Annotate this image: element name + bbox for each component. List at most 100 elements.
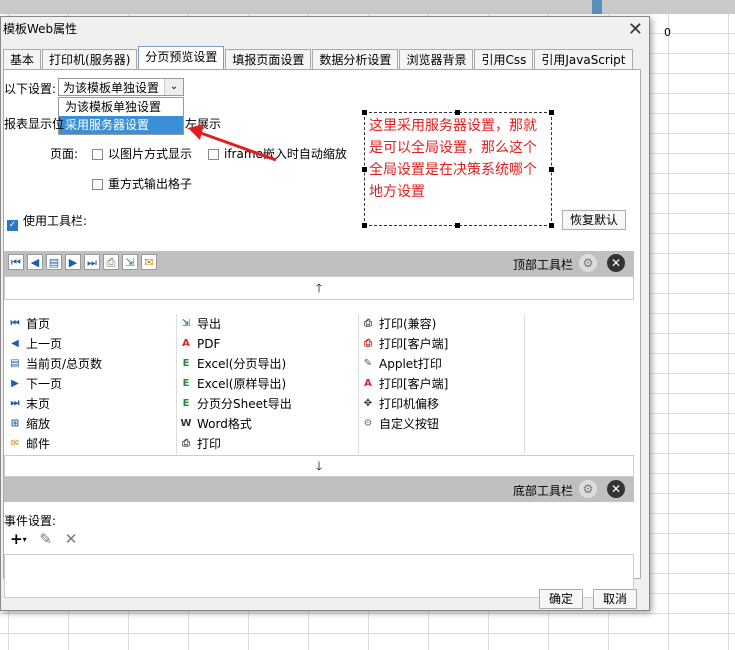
tab-5[interactable]: 浏览器背景 [399,49,474,69]
toolbar-button-label: Excel(原样导出) [197,377,287,391]
previous-page-icon[interactable]: ◀ [27,254,43,270]
dialog-title: 模板Web属性 [3,22,78,36]
grid-separator [358,354,359,374]
toolbar-button-item[interactable]: ▤ 当前页/总页数 [8,354,102,374]
event-toolbar: +▾ ✎ ✕ [10,530,77,548]
toolbar-button-item[interactable]: W Word格式 [179,414,252,434]
chevron-down-icon[interactable]: ▾ [23,535,27,544]
grid-separator [524,334,525,354]
last-page-icon[interactable]: ⏭ [84,254,100,270]
grid-separator [176,314,177,334]
reprint-option[interactable]: 重方式输出格子 [92,175,192,192]
grid-separator [358,374,359,394]
dropdown-option-server[interactable]: 采用服务器设置 [59,116,183,134]
tab-4[interactable]: 数据分析设置 [312,49,399,69]
restore-default-button[interactable]: 恢复默认 [562,210,626,230]
toolbar-button-item[interactable]: ✥ 打印机偏移 [361,394,439,414]
delete-icon[interactable]: ✕ [65,530,78,548]
toolbar-button-item[interactable]: ⏮ 首页 [8,314,51,334]
grid-separator [524,394,525,414]
toolbar-button-item[interactable]: ◀ 上一页 [8,334,62,354]
selection-handle [362,110,367,115]
toolbar-button-label: PDF [197,337,221,351]
annotation-note: 这里采用服务器设置，那就是可以全局设置，那么这个全局设置是在决策系统哪个地方设置 [364,112,552,226]
grid-row: ⏮ 首页 ⇲ 导出 ⎙ 打印(兼容) [4,314,634,334]
use-toolbar-checkbox[interactable]: ✓ [7,220,18,231]
reprint-checkbox[interactable] [92,179,103,190]
page-number-icon: ▤ [10,358,20,369]
email-icon: ✉ [10,438,20,449]
use-toolbar-option[interactable]: ✓ 使用工具栏: [7,212,87,231]
toolbar-button-item[interactable]: ⏭ 末页 [8,394,51,414]
top-toolbar-icons: ⏮ ◀ ▤ ▶ ⏭ ⎙ ⇲ ✉ [8,254,160,270]
dropdown-option-template[interactable]: 为该模板单独设置 [59,98,183,116]
chevron-down-icon[interactable]: ⌄ [164,79,183,95]
grid-separator [524,354,525,374]
previous-page-icon: ◀ [11,338,19,349]
toolbar-button-item[interactable]: ✎ Applet打印 [361,354,442,374]
ok-button[interactable]: 确定 [539,589,583,609]
toolbar-button-label: 邮件 [26,437,51,451]
toolbar-button-label: Word格式 [197,417,252,431]
settings-select[interactable]: 为该模板单独设置 ⌄ [58,78,184,96]
toolbar-button-item[interactable]: ⎙ 打印(兼容) [361,314,436,334]
print-icon[interactable]: ⎙ [103,254,119,270]
toolbar-button-item[interactable]: A 打印[客户端] [361,374,448,394]
toolbar-button-label: 末页 [26,397,51,411]
selection-handle [549,223,554,228]
tab-2[interactable]: 分页预览设置 [138,46,225,70]
toolbar-button-item[interactable]: ⇲ 导出 [179,314,221,334]
toolbar-button-label: 打印[客户端] [379,337,449,351]
close-icon[interactable]: ✕ [628,19,643,40]
move-down-bar[interactable]: 🡓 [4,455,634,477]
toolbar-button-label: 下一页 [26,377,63,391]
word-icon: W [180,418,192,429]
tab-1[interactable]: 打印机(服务器) [42,49,138,69]
grid-separator [176,354,177,374]
move-up-bar[interactable]: 🡑 [4,276,634,300]
toolbar-button-label: 自定义按钮 [379,417,440,431]
toolbar-button-label: Excel(分页导出) [197,357,287,371]
image-mode-checkbox[interactable] [92,149,103,160]
events-label: 事件设置: [4,514,57,528]
toolbar-button-label: 上一页 [26,337,63,351]
add-icon[interactable]: + [10,530,23,548]
remove-icon[interactable]: ✕ [607,254,625,272]
tab-bar: 基本 打印机(服务器) 分页预览设置 填报页面设置 数据分析设置 浏览器背景 引用Css 引用… [3,46,634,70]
export-icon[interactable]: ⇲ [122,254,138,270]
tab-0[interactable]: 基本 [3,49,42,69]
gear-icon[interactable]: ⚙ [579,480,597,498]
settings-label: 以下设置: [4,82,57,96]
toolbar-button-item[interactable]: ⎙ 打印[客户端] [361,334,448,354]
page-number-icon[interactable]: ▤ [46,254,62,270]
image-mode-option[interactable]: 以图片方式显示 [92,145,192,162]
toolbar-button-label: 当前页/总页数 [26,357,103,371]
toolbar-button-item[interactable]: ⎙ 打印 [179,434,221,454]
toolbar-button-item[interactable]: ▶ 下一页 [8,374,62,394]
grid-separator [358,434,359,454]
toolbar-button-item[interactable]: E Excel(分页导出) [179,354,287,374]
toolbar-button-item[interactable]: ✉ 邮件 [8,434,50,454]
client-print-icon: ⎙ [364,338,372,349]
excel-icon: E [182,398,190,409]
tab-3[interactable]: 填报页面设置 [225,49,312,69]
cancel-button[interactable]: 取消 [593,589,637,609]
grid-row: ◀ 上一页 A PDF ⎙ 打印[客户端] [4,334,634,354]
remove-icon[interactable]: ✕ [607,480,625,498]
toolbar-button-item[interactable]: E Excel(原样导出) [179,374,287,394]
toolbar-button-item[interactable]: A PDF [179,334,220,354]
grid-separator [524,314,525,334]
arrow-up-icon[interactable]: 🡑 [316,281,322,295]
next-page-icon[interactable]: ▶ [65,254,81,270]
arrow-down-icon[interactable]: 🡓 [316,459,322,473]
first-page-icon[interactable]: ⏮ [8,254,24,270]
annotation-text: 这里采用服务器设置，那就是可以全局设置，那么这个全局设置是在决策系统哪个地方设置 [369,118,537,200]
toolbar-button-item[interactable]: ⚙ 自定义按钮 [361,414,440,434]
edit-icon[interactable]: ✎ [39,530,52,548]
toolbar-button-item[interactable]: ⊞ 缩放 [8,414,50,434]
tab-6[interactable]: 引用Css [474,49,534,69]
toolbar-button-item[interactable]: E 分页分Sheet导出 [179,394,292,414]
email-icon[interactable]: ✉ [141,254,157,270]
tab-7[interactable]: 引用JavaScript [534,49,633,69]
gear-icon[interactable]: ⚙ [579,254,597,272]
